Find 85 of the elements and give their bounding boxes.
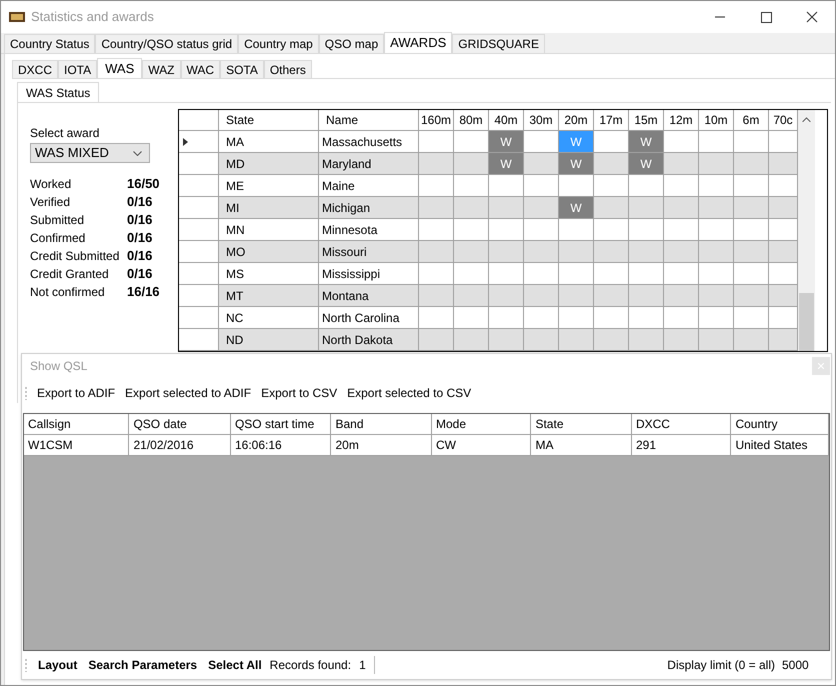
stat-label: Submitted xyxy=(30,212,86,229)
stat-label: Not confirmed xyxy=(30,284,106,301)
table-cell: 291 xyxy=(632,434,732,456)
toolbar-button[interactable]: Export selected to CSV xyxy=(347,384,472,402)
stat-value: 0/16 xyxy=(127,193,152,212)
grid-cell: MO xyxy=(219,241,319,262)
stat-label: Verified xyxy=(30,194,72,211)
current-row-icon xyxy=(183,138,188,146)
scroll-up-icon[interactable] xyxy=(802,117,811,123)
grid-cell: Montana xyxy=(319,285,419,306)
qsl-window-title: Show QSL xyxy=(30,358,88,375)
display-limit-label: Display limit (0 = all) xyxy=(667,657,775,674)
bar-button[interactable]: Select All xyxy=(208,656,262,674)
grid-cell: Michigan xyxy=(319,197,419,218)
main-tab[interactable]: Country map xyxy=(238,34,319,53)
column-header: 15m xyxy=(629,110,664,130)
table-cell: United States xyxy=(731,434,829,456)
column-header: 6m xyxy=(734,110,769,130)
award-tab[interactable]: DXCC xyxy=(12,60,58,78)
stat-label: Worked xyxy=(30,176,72,193)
stat-label: Credit Submitted xyxy=(30,248,120,265)
stat-value: 0/16 xyxy=(127,229,152,248)
award-tab[interactable]: Others xyxy=(264,60,312,78)
main-tab[interactable]: Country Status xyxy=(4,34,96,53)
table-cell: MA xyxy=(531,434,632,456)
table-cell: CW xyxy=(432,434,532,456)
award-dropdown[interactable]: WAS MIXED xyxy=(30,143,150,163)
main-tab[interactable]: Country/QSO status grid xyxy=(95,34,238,53)
column-header: State xyxy=(219,110,319,130)
toolbar-button[interactable]: Export to ADIF xyxy=(37,384,116,402)
column-header: 10m xyxy=(699,110,734,130)
column-header: 40m xyxy=(489,110,524,130)
stat-value: 0/16 xyxy=(127,265,152,284)
worked-cell[interactable]: W xyxy=(559,197,594,218)
table-cell: 20m xyxy=(331,434,432,456)
grid-cell: ND xyxy=(219,329,319,350)
records-count: 1 xyxy=(359,656,375,674)
grid-cell: MD xyxy=(219,153,319,174)
stat-value: 16/16 xyxy=(127,283,160,302)
scrollbar[interactable] xyxy=(798,110,815,351)
column-header: Name xyxy=(319,110,419,130)
worked-cell[interactable]: W xyxy=(489,153,524,174)
main-tab[interactable]: AWARDS xyxy=(384,32,452,53)
stat-value: 16/50 xyxy=(127,175,160,194)
status-tab[interactable]: WAS Status xyxy=(17,82,100,102)
table-cell: 16:06:16 xyxy=(230,434,332,456)
grid-cell: North Dakota xyxy=(319,329,419,350)
table-cell: 21/02/2016 xyxy=(129,434,231,456)
bar-button[interactable]: Layout xyxy=(38,656,78,674)
grid-cell: Missouri xyxy=(319,241,419,262)
stat-value: 0/16 xyxy=(127,247,152,266)
column-header: 17m xyxy=(594,110,629,130)
worked-cell[interactable]: W xyxy=(629,153,664,174)
chevron-down-icon xyxy=(133,150,142,156)
grid-cell: MT xyxy=(219,285,319,306)
bar-button[interactable]: Search Parameters xyxy=(88,656,198,674)
table-cell: W1CSM xyxy=(24,434,130,456)
award-tab[interactable]: IOTA xyxy=(58,60,98,78)
award-tab[interactable]: WAS xyxy=(97,58,142,78)
grid-cell: MI xyxy=(219,197,319,218)
column-header: 160m xyxy=(419,110,454,130)
scroll-thumb[interactable] xyxy=(799,292,814,351)
column-header: 20m xyxy=(559,110,594,130)
column-header: 12m xyxy=(664,110,699,130)
stat-label: Credit Granted xyxy=(30,266,110,283)
select-award-label: Select award xyxy=(30,125,100,142)
window-title: Statistics and awards xyxy=(31,8,154,26)
close-icon xyxy=(818,362,824,369)
stat-value: 0/16 xyxy=(127,211,152,230)
records-found-label: Records found: xyxy=(270,657,352,674)
award-tab[interactable]: WAZ xyxy=(142,60,180,78)
column-header: 80m xyxy=(454,110,489,130)
toolbar-button[interactable]: Export selected to ADIF xyxy=(125,384,252,402)
worked-cell[interactable]: W xyxy=(559,153,594,174)
award-tab[interactable]: WAC xyxy=(180,60,220,78)
grid-cell: Maryland xyxy=(319,153,419,174)
stat-label: Confirmed xyxy=(30,230,86,247)
app-logo-icon xyxy=(9,10,25,24)
main-tab[interactable]: GRIDSQUARE xyxy=(452,34,545,53)
worked-cell[interactable]: W xyxy=(629,131,664,152)
main-tab[interactable]: QSO map xyxy=(318,34,384,53)
award-tab[interactable]: SOTA xyxy=(220,60,264,78)
worked-cell[interactable]: W xyxy=(489,131,524,152)
toolbar-button[interactable]: Export to CSV xyxy=(261,384,338,402)
column-header: 30m xyxy=(524,110,559,130)
